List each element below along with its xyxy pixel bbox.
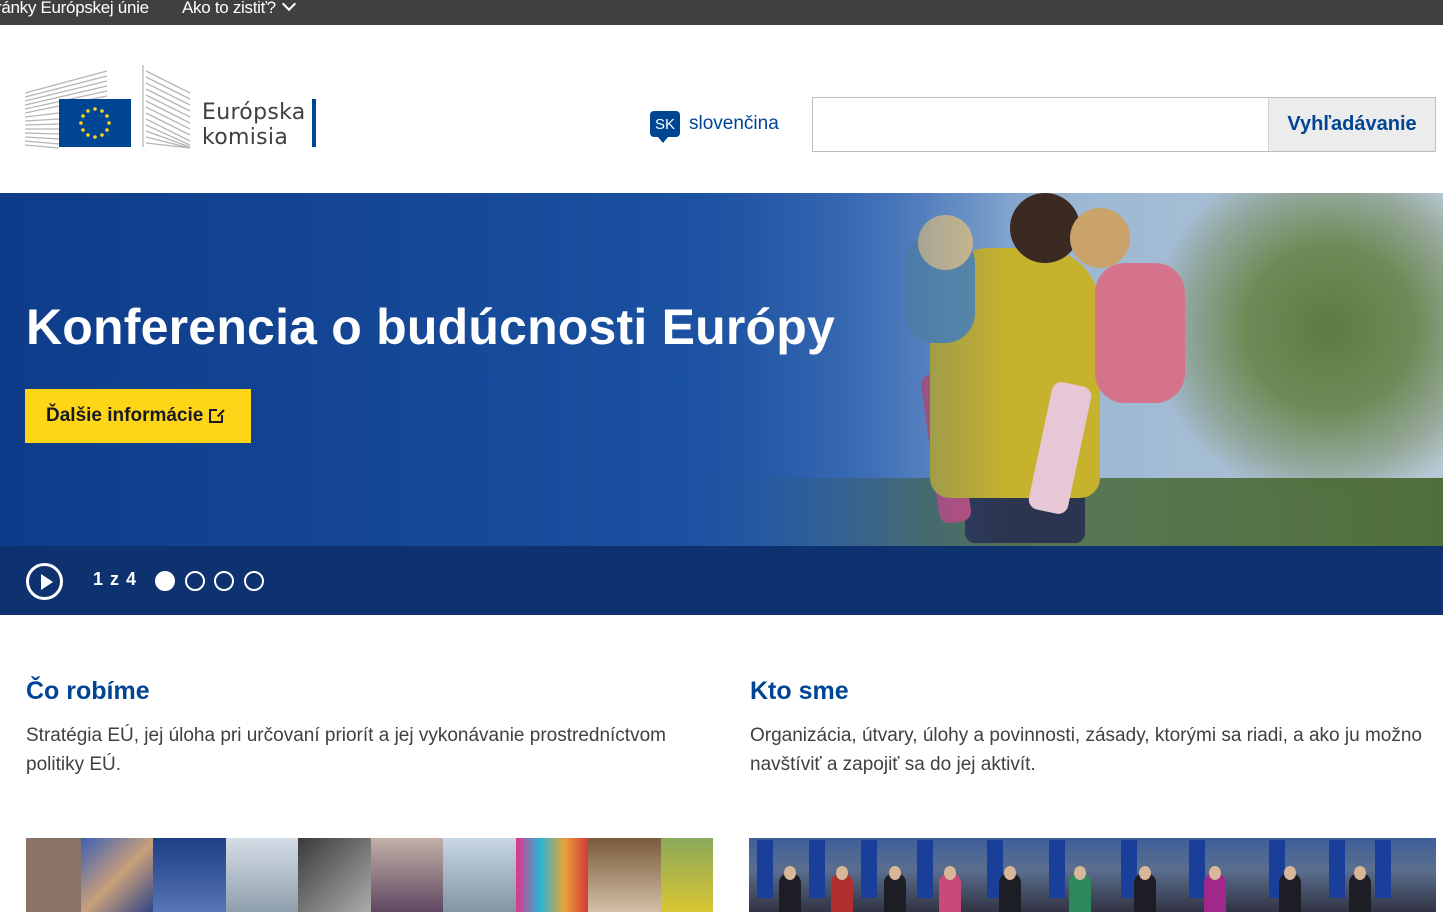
photo-face bbox=[1004, 866, 1016, 880]
slide-counter: 1 z 4 bbox=[93, 569, 138, 589]
european-commission-logo[interactable]: Európska komisia bbox=[25, 63, 320, 151]
collage-tile bbox=[371, 838, 443, 912]
photo-face bbox=[889, 866, 901, 880]
collage-tile bbox=[443, 838, 516, 912]
logo-divider bbox=[312, 99, 316, 147]
slide-dot-2[interactable] bbox=[185, 571, 205, 591]
eu-flag-icon bbox=[59, 99, 131, 147]
carousel-controls: 1 z 4 bbox=[0, 546, 1443, 615]
photo-flag bbox=[809, 840, 825, 898]
more-info-button[interactable]: Ďalšie informácie bbox=[25, 389, 251, 443]
how-to-check-toggle[interactable]: Ako to zistiť? bbox=[182, 0, 296, 18]
photo-face bbox=[1284, 866, 1296, 880]
section-description-what-we-do: Stratégia EÚ, jej úloha pri určovaní pri… bbox=[26, 725, 666, 775]
hero-banner: Konferencia o budúcnosti Európy Ďalšie i… bbox=[0, 193, 1443, 546]
collage-tile bbox=[661, 838, 713, 912]
photo-face bbox=[784, 866, 796, 880]
hero-title: Konferencia o budúcnosti Európy bbox=[26, 299, 836, 355]
logo-wordmark: Európska komisia bbox=[202, 100, 306, 150]
logo-line-1: Európska bbox=[202, 100, 306, 125]
what-we-do-image[interactable] bbox=[26, 838, 713, 912]
language-bubble-icon: SK bbox=[650, 111, 680, 143]
slide-dot-1[interactable] bbox=[155, 571, 175, 591]
global-top-bar: ránky Európskej únie Ako to zistiť? bbox=[0, 0, 1443, 25]
language-label: slovenčina bbox=[689, 113, 779, 134]
search-form: Vyhľadávanie bbox=[812, 97, 1436, 152]
collage-tile bbox=[516, 838, 588, 912]
photo-face bbox=[1209, 866, 1221, 880]
photo-flag bbox=[757, 840, 773, 898]
language-selector[interactable]: SK slovenčina bbox=[650, 108, 779, 143]
section-who-we-are: Kto sme Organizácia, útvary, úlohy a pov… bbox=[750, 675, 1440, 779]
who-we-are-image[interactable] bbox=[749, 838, 1436, 912]
how-to-check-label: Ako to zistiť? bbox=[182, 0, 276, 17]
collage-tile bbox=[81, 838, 153, 912]
photo-flag bbox=[861, 840, 877, 898]
photo-face bbox=[944, 866, 956, 880]
more-info-label: Ďalšie informácie bbox=[46, 405, 204, 426]
search-input[interactable] bbox=[813, 98, 1268, 151]
slide-dot-3[interactable] bbox=[214, 571, 234, 591]
section-what-we-do: Čo robíme Stratégia EÚ, jej úloha pri ur… bbox=[26, 675, 716, 779]
photo-face bbox=[1354, 866, 1366, 880]
section-title-who-we-are[interactable]: Kto sme bbox=[750, 675, 1440, 707]
collage-tile bbox=[298, 838, 371, 912]
collage-tile bbox=[588, 838, 661, 912]
play-icon[interactable] bbox=[26, 563, 63, 600]
photo-flag bbox=[1049, 840, 1065, 898]
photo-face bbox=[1074, 866, 1086, 880]
photo-flag bbox=[1189, 840, 1205, 898]
section-description-who-we-are: Organizácia, útvary, úlohy a povinnosti,… bbox=[750, 725, 1422, 775]
photo-flag bbox=[917, 840, 933, 898]
photo-face bbox=[836, 866, 848, 880]
photo-flag bbox=[1375, 840, 1391, 898]
collage-tile bbox=[26, 838, 81, 912]
hero-overlay bbox=[0, 193, 1443, 546]
collage-tile bbox=[153, 838, 226, 912]
photo-face bbox=[1139, 866, 1151, 880]
slide-dot-4[interactable] bbox=[244, 571, 264, 591]
external-link-icon bbox=[209, 407, 226, 423]
eu-sites-link[interactable]: ránky Európskej únie bbox=[0, 0, 149, 18]
photo-flag bbox=[1329, 840, 1345, 898]
language-code: SK bbox=[654, 115, 675, 133]
section-title-what-we-do[interactable]: Čo robíme bbox=[26, 675, 716, 707]
search-button[interactable]: Vyhľadávanie bbox=[1268, 98, 1435, 151]
collage-tile bbox=[226, 838, 298, 912]
chevron-down-icon bbox=[281, 0, 296, 12]
logo-line-2: komisia bbox=[202, 125, 289, 150]
